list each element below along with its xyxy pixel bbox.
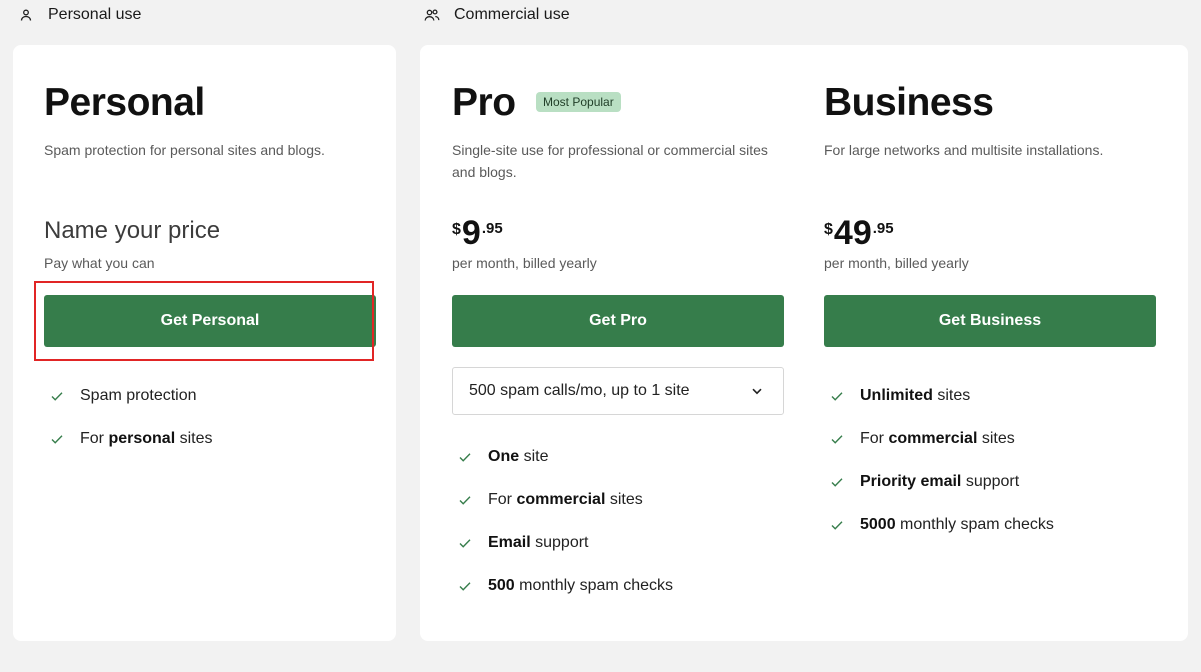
price-currency: $ [824, 221, 833, 238]
feature-text: For personal sites [80, 429, 213, 447]
most-popular-badge: Most Popular [536, 92, 621, 112]
check-icon [457, 492, 473, 508]
price-integer: 49 [833, 214, 872, 252]
feature-text: 500 monthly spam checks [488, 576, 673, 594]
feature-text: Unlimited sites [860, 386, 971, 404]
check-icon [49, 431, 65, 447]
price-decimal: .95 [481, 220, 503, 237]
feature-item: Email support [452, 521, 673, 564]
plan-description: Single-site use for professional or comm… [452, 142, 768, 180]
price-decimal: .95 [872, 220, 894, 237]
price-heading: Name your price [44, 217, 221, 244]
usage-tier-select[interactable]: 500 spam calls/mo, up to 1 site [452, 367, 784, 415]
price-subtext: per month, billed yearly [452, 255, 597, 271]
plan-price: $ 9 .95 [452, 211, 503, 255]
feature-item: Spam protection [44, 374, 212, 417]
feature-item: Unlimited sites [824, 374, 1054, 417]
check-icon [829, 388, 845, 404]
commercial-plans-card: Pro Most Popular Single-site use for pro… [420, 45, 1188, 641]
check-icon [457, 449, 473, 465]
get-pro-button[interactable]: Get Pro [452, 295, 784, 347]
feature-text: One site [488, 447, 549, 465]
plan-price: $ 49 .95 [824, 211, 894, 255]
feature-item: 5000 monthly spam checks [824, 503, 1054, 546]
feature-item: 500 monthly spam checks [452, 564, 673, 607]
chevron-down-icon [749, 383, 765, 399]
section-label-text: Personal use [48, 6, 142, 23]
feature-item: For personal sites [44, 417, 212, 460]
price-subtext: Pay what you can [44, 255, 155, 271]
plan-title: Pro [452, 81, 516, 124]
price-currency: $ [452, 221, 461, 238]
feature-item: One site [452, 435, 673, 478]
check-icon [829, 431, 845, 447]
feature-list: Unlimited sites For commercial sites Pri… [824, 374, 1054, 546]
plan-description: For large networks and multisite install… [824, 142, 1104, 158]
get-business-button[interactable]: Get Business [824, 295, 1156, 347]
plan-title: Business [824, 81, 994, 124]
section-label-text: Commercial use [454, 6, 570, 23]
people-icon [424, 7, 440, 23]
check-icon [829, 474, 845, 490]
person-icon [18, 7, 34, 23]
feature-text: Spam protection [80, 386, 197, 404]
personal-plan-card: Personal Spam protection for personal si… [13, 45, 396, 641]
feature-text: Email support [488, 533, 589, 551]
check-icon [49, 388, 65, 404]
check-icon [457, 578, 473, 594]
feature-text: Priority email support [860, 472, 1020, 490]
select-value: 500 spam calls/mo, up to 1 site [469, 382, 690, 399]
feature-text: 5000 monthly spam checks [860, 515, 1054, 533]
feature-item: For commercial sites [452, 478, 673, 521]
feature-text: For commercial sites [860, 429, 1015, 447]
section-label-commercial: Commercial use [424, 6, 570, 24]
feature-item: Priority email support [824, 460, 1054, 503]
feature-list: One site For commercial sites Email supp… [452, 435, 673, 607]
get-personal-button[interactable]: Get Personal [44, 295, 376, 347]
check-icon [457, 535, 473, 551]
feature-item: For commercial sites [824, 417, 1054, 460]
feature-text: For commercial sites [488, 490, 643, 508]
check-icon [829, 517, 845, 533]
plan-title: Personal [44, 81, 205, 124]
price-integer: 9 [461, 214, 481, 252]
section-label-personal: Personal use [18, 6, 141, 24]
feature-list: Spam protection For personal sites [44, 374, 212, 460]
price-subtext: per month, billed yearly [824, 255, 969, 271]
plan-description: Spam protection for personal sites and b… [44, 142, 325, 158]
